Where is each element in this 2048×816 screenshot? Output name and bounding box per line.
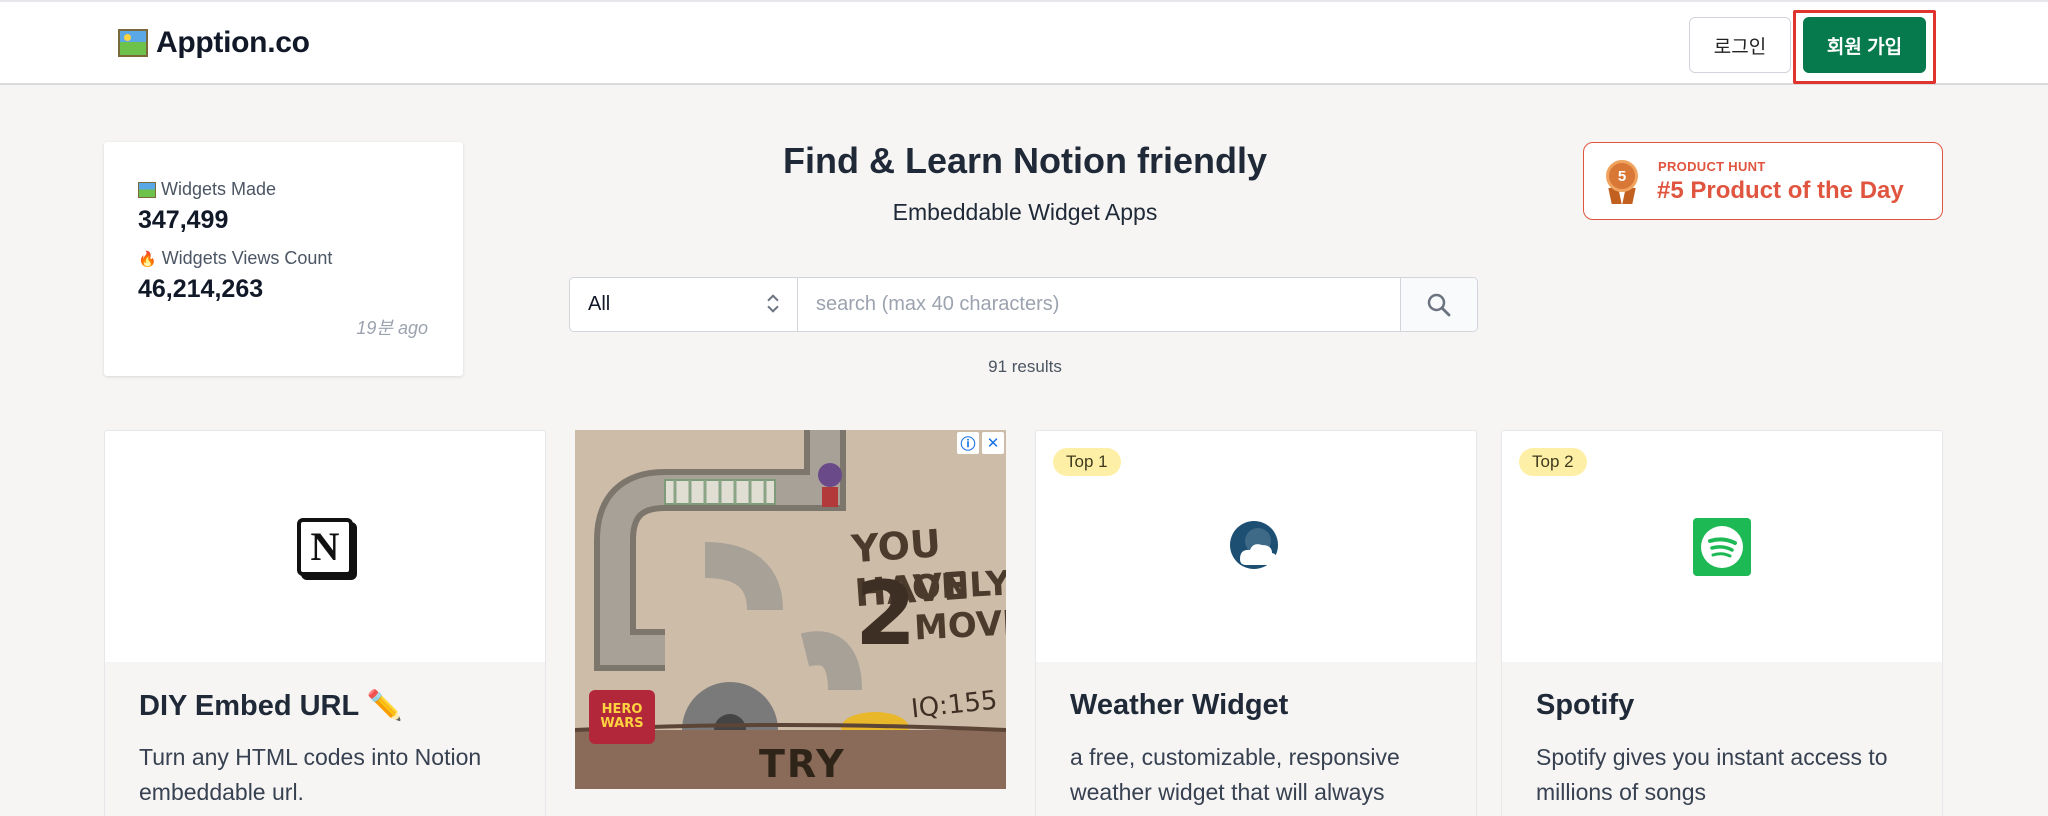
widget-card-weather[interactable]: Top 1 Weather Widget a free, customizabl… [1035,430,1477,816]
signup-button[interactable]: 회원 가입 [1803,17,1926,73]
product-hunt-title: #5 Product of the Day [1657,177,1904,204]
info-icon[interactable]: ⓘ [957,432,979,454]
card-title: DIY Embed URL ✏️ [139,690,403,722]
ad-choices: ⓘ ✕ [957,432,1004,454]
card-description: Spotify gives you instant access to mill… [1536,744,1888,805]
top-navbar: Apption.co 로그인 회원 가입 [0,0,2048,85]
widget-card-diy-embed[interactable]: N DIY Embed URL ✏️ Turn any HTML codes i… [104,430,546,816]
stats-card: Widgets Made 347,499 🔥 Widgets Views Cou… [104,142,463,376]
ad-headline-number: 2 [855,562,917,665]
ad-headline-rest: ONLY MOVES [911,561,1006,648]
widgets-made-label: Widgets Made [138,179,276,200]
views-count-value: 46,214,263 [138,275,264,303]
category-select[interactable]: All [570,278,798,331]
ad-headline-only: ONLY [910,563,1006,609]
search-bar: All [569,277,1478,332]
login-button[interactable]: 로그인 [1689,17,1791,73]
rank-badge: Top 2 [1519,448,1587,476]
page-subtitle: Embeddable Widget Apps [892,199,1158,225]
ad-headline-moves: MOVES [913,601,1006,649]
product-hunt-badge[interactable]: 5 PRODUCT HUNT #5 Product of the Day [1583,142,1943,220]
close-icon[interactable]: ✕ [982,432,1004,454]
weather-icon [1230,520,1278,569]
views-count-label-text: Widgets Views Count [161,248,333,268]
widgets-made-value: 347,499 [138,206,229,234]
site-logo[interactable]: Apption.co [118,26,310,60]
card-image: N [105,431,545,662]
advertisement-banner[interactable]: YOU HAVE 2 ONLY MOVES IQ:155 TRY HERO WA… [575,430,1006,789]
ad-brand-logo: HERO WARS [589,690,655,744]
card-description: a free, customizable, responsive weather… [1070,744,1400,805]
page-title: Find & Learn Notion friendly [783,140,1267,181]
card-title: Spotify [1536,689,1635,721]
card-description: Turn any HTML codes into Notion embeddab… [139,744,482,805]
product-hunt-label: PRODUCT HUNT [1658,159,1766,174]
site-logo-text: Apption.co [156,26,310,59]
search-input[interactable] [799,278,1400,331]
stats-updated-time: 19분 ago [356,318,428,338]
notion-icon: N [297,517,353,576]
search-icon [1427,293,1451,316]
spotify-icon [1693,517,1751,576]
widget-card-spotify[interactable]: Top 2 Spotify Spotify gives you instant … [1501,430,1943,816]
framed-picture-icon [138,181,156,198]
select-arrows-icon [767,292,779,316]
rank-badge: Top 1 [1053,448,1121,476]
framed-picture-icon [118,29,148,57]
ad-cta[interactable]: TRY [759,742,846,786]
fire-icon: 🔥 [138,250,157,268]
medal-icon: 5 [1606,160,1638,192]
widgets-made-label-text: Widgets Made [161,179,277,199]
card-title: Weather Widget [1070,689,1289,721]
search-button[interactable] [1400,278,1477,331]
results-count: 91 results [988,357,1062,376]
category-select-value: All [588,293,611,315]
views-count-label: 🔥 Widgets Views Count [138,248,332,269]
